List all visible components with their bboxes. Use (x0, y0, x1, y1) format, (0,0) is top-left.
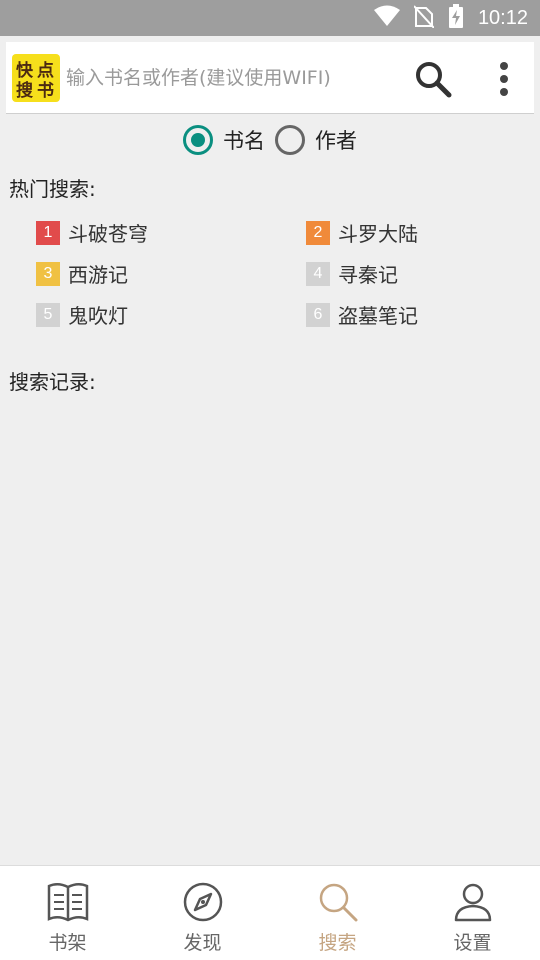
nav-item-settings[interactable]: 设置 (405, 866, 540, 960)
rank-badge: 4 (306, 261, 330, 286)
app-logo-mark: 快 点 搜 书 (16, 60, 54, 100)
rank-badge: 1 (36, 220, 60, 245)
nav-label: 书架 (48, 932, 87, 954)
clock-time: 10:12 (477, 6, 528, 29)
hot-search-item[interactable]: 2 斗罗大陆 (306, 218, 418, 247)
person-icon (451, 880, 495, 924)
book-icon (46, 880, 90, 924)
hot-search-item[interactable]: 3 西游记 (36, 259, 128, 288)
search-bar: 快 点 搜 书 (6, 42, 534, 114)
svg-text:快: 快 (16, 60, 34, 81)
rank-badge: 2 (306, 220, 330, 245)
mode-option-label: 书名 (223, 129, 265, 153)
radio-dot (191, 133, 205, 147)
search-mode-group: 书名 作者 (0, 124, 540, 156)
hot-search-title: 热门搜索: (9, 177, 96, 201)
app-logo[interactable]: 快 点 搜 书 (12, 54, 60, 102)
hot-search-title-text: 鬼吹灯 (68, 304, 128, 328)
battery-charging-icon (448, 4, 464, 32)
search-icon (316, 880, 360, 924)
hot-search-item[interactable]: 6 盗墓笔记 (306, 300, 418, 329)
rank-badge: 6 (306, 302, 330, 327)
hot-search-item[interactable]: 4 寻秦记 (306, 259, 398, 288)
more-menu-button[interactable] (484, 56, 524, 102)
nav-label: 设置 (453, 932, 492, 954)
nav-label: 发现 (183, 932, 222, 954)
mode-option-label: 作者 (315, 129, 357, 153)
compass-icon (181, 880, 225, 924)
no-sim-icon (413, 4, 435, 32)
more-vert-icon (500, 62, 508, 96)
nav-item-bookshelf[interactable]: 书架 (0, 866, 135, 960)
radio-author-unchecked[interactable] (275, 125, 305, 155)
nav-item-discover[interactable]: 发现 (135, 866, 270, 960)
mode-option-title[interactable]: 书名 (183, 125, 265, 155)
hot-search-item[interactable]: 5 鬼吹灯 (36, 300, 128, 329)
hot-search-title-text: 斗罗大陆 (338, 222, 418, 246)
rank-badge: 5 (36, 302, 60, 327)
wifi-icon (373, 5, 400, 31)
hot-search-item[interactable]: 1 斗破苍穹 (36, 218, 148, 247)
mode-option-author[interactable]: 作者 (275, 125, 357, 155)
search-input[interactable] (66, 60, 406, 96)
rank-badge: 3 (36, 261, 60, 286)
svg-text:搜: 搜 (16, 80, 34, 100)
hot-search-title-text: 盗墓笔记 (338, 304, 418, 328)
svg-text:书: 书 (37, 81, 54, 100)
search-icon (416, 62, 452, 98)
status-icons: 10:12 (373, 0, 528, 36)
hot-search-title-text: 寻秦记 (338, 263, 398, 287)
search-button[interactable] (410, 56, 456, 102)
status-bar: 10:12 (0, 0, 540, 36)
hot-search-title-text: 斗破苍穹 (68, 222, 148, 246)
nav-label: 搜索 (318, 932, 357, 954)
hot-search-title-text: 西游记 (68, 263, 128, 287)
nav-item-search[interactable]: 搜索 (270, 866, 405, 960)
svg-text:点: 点 (37, 60, 54, 81)
bottom-navigation: 书架 发现 搜索 设置 (0, 865, 540, 960)
radio-title-checked[interactable] (183, 125, 213, 155)
search-history-title: 搜索记录: (9, 370, 96, 394)
